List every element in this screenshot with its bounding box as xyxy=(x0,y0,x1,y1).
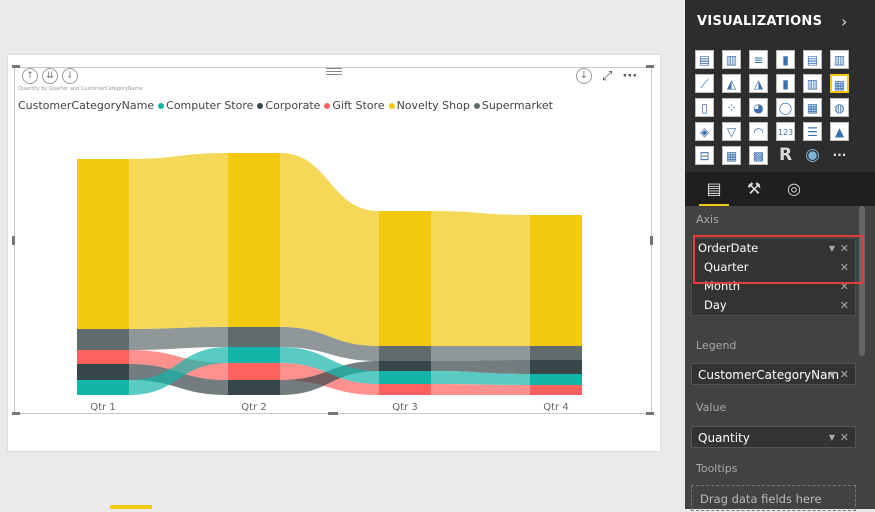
ribbon-novelty-shop-3[interactable] xyxy=(431,211,530,346)
x-tick-label: Qtr 3 xyxy=(392,402,417,413)
remove-field-icon[interactable]: ✕ xyxy=(840,296,849,315)
scatter-chart-icon[interactable]: ⁘ xyxy=(722,98,741,117)
r-script-visual-icon[interactable]: R xyxy=(776,146,795,165)
more-visuals-icon[interactable]: ··· xyxy=(830,146,849,165)
stacked-bar-chart-icon[interactable]: ▤ xyxy=(695,50,714,69)
multi-row-card-icon[interactable]: ☰ xyxy=(803,122,822,141)
matrix-icon[interactable]: ▩ xyxy=(749,146,768,165)
tooltips-drop-zone[interactable]: Drag data fields here xyxy=(691,485,856,511)
bar-segment-corporate-qtr-3[interactable] xyxy=(379,361,431,371)
legend-field-well[interactable]: CustomerCategoryNam ▼ ✕ xyxy=(691,363,856,385)
bar-segment-gift-store-qtr-4[interactable] xyxy=(530,385,582,395)
field-name: Quantity xyxy=(698,431,750,445)
kpi-icon[interactable]: ▲ xyxy=(830,122,849,141)
remove-field-icon[interactable]: ✕ xyxy=(840,427,849,449)
clustered-bar-chart-icon[interactable]: ≡ xyxy=(749,50,768,69)
bar-segment-novelty-shop-qtr-2[interactable] xyxy=(228,153,280,327)
donut-chart-icon[interactable]: ◯ xyxy=(776,98,795,117)
bar-segment-computer-store-qtr-2[interactable] xyxy=(228,347,280,363)
table-icon[interactable]: ▦ xyxy=(722,146,741,165)
card-icon[interactable]: 123 xyxy=(776,122,795,141)
value-field-well[interactable]: Quantity ▼ ✕ xyxy=(691,426,856,448)
100-stacked-column-chart-icon[interactable]: ▥ xyxy=(830,50,849,69)
pie-chart-icon[interactable]: ◕ xyxy=(749,98,768,117)
filled-map-icon[interactable]: ◈ xyxy=(695,122,714,141)
axis-field-day[interactable]: Day ✕ xyxy=(692,296,855,315)
bar-segment-supermarket-qtr-4[interactable] xyxy=(530,346,582,360)
visual-type-gallery: ▤ ▥ ≡ ▮ ▤ ▥ ⟋ ◭ ◮ ▮ ▥ ▦ ▯ ⁘ ◕ ◯ ▦ ◍ ◈ ▽ … xyxy=(695,50,851,167)
pane-title: VISUALIZATIONS xyxy=(697,14,823,29)
x-tick-label: Qtr 1 xyxy=(90,402,115,413)
100-stacked-bar-chart-icon[interactable]: ▤ xyxy=(803,50,822,69)
bar-segment-computer-store-qtr-1[interactable] xyxy=(77,380,129,395)
bar-segment-supermarket-qtr-1[interactable] xyxy=(77,329,129,350)
ribbon-gift-store-3[interactable] xyxy=(431,384,530,395)
area-chart-icon[interactable]: ◭ xyxy=(722,74,741,93)
map-icon[interactable]: ◍ xyxy=(830,98,849,117)
axis-section-label: Axis xyxy=(696,213,719,226)
bar-segment-supermarket-qtr-3[interactable] xyxy=(379,346,431,361)
dropdown-icon[interactable]: ▼ xyxy=(829,364,835,386)
pane-sub-tabs: ▤ ⚒ ◎ xyxy=(685,172,875,206)
dropdown-icon[interactable]: ▼ xyxy=(829,427,835,449)
page-tab-indicator[interactable] xyxy=(110,505,152,509)
format-paint-roller-icon[interactable]: ⚒ xyxy=(743,178,765,200)
globe-icon[interactable]: ◉ xyxy=(803,146,822,165)
axis-highlight-box xyxy=(693,235,864,284)
ribbon-supermarket-3[interactable] xyxy=(431,346,530,361)
value-section-label: Value xyxy=(696,401,727,414)
ribbon-chart-icon[interactable]: ▦ xyxy=(830,74,849,93)
collapse-pane-icon[interactable]: › xyxy=(841,12,847,31)
treemap-icon[interactable]: ▦ xyxy=(803,98,822,117)
remove-field-icon[interactable]: ✕ xyxy=(840,364,849,386)
bar-segment-corporate-qtr-1[interactable] xyxy=(77,364,129,380)
x-tick-label: Qtr 4 xyxy=(543,402,568,413)
field-name: Day xyxy=(704,298,727,312)
ribbon-novelty-shop-2[interactable] xyxy=(280,153,379,346)
bar-segment-novelty-shop-qtr-1[interactable] xyxy=(77,159,129,329)
stacked-area-chart-icon[interactable]: ◮ xyxy=(749,74,768,93)
ribbon-novelty-shop-1[interactable] xyxy=(129,153,228,329)
fields-tab-icon[interactable]: ▤ xyxy=(699,178,729,206)
bar-segment-gift-store-qtr-2[interactable] xyxy=(228,363,280,380)
line-and-clustered-column-chart-icon[interactable]: ▥ xyxy=(803,74,822,93)
stacked-column-chart-icon[interactable]: ▥ xyxy=(722,50,741,69)
funnel-icon[interactable]: ▽ xyxy=(722,122,741,141)
bar-segment-supermarket-qtr-2[interactable] xyxy=(228,327,280,347)
analytics-magnifier-icon[interactable]: ◎ xyxy=(783,178,805,200)
bar-segment-gift-store-qtr-3[interactable] xyxy=(379,384,431,395)
slicer-icon[interactable]: ⊟ xyxy=(695,146,714,165)
bar-segment-novelty-shop-qtr-4[interactable] xyxy=(530,215,582,346)
ribbon-chart: Qtr 1 Qtr 2 Qtr 3 Qtr 4 xyxy=(77,153,582,413)
bar-segment-computer-store-qtr-3[interactable] xyxy=(379,371,431,384)
clustered-column-chart-icon[interactable]: ▮ xyxy=(776,50,795,69)
bar-segment-novelty-shop-qtr-3[interactable] xyxy=(379,211,431,346)
legend-section-label: Legend xyxy=(696,339,737,352)
ribbon-supermarket-1[interactable] xyxy=(129,327,228,350)
bar-segment-gift-store-qtr-1[interactable] xyxy=(77,350,129,364)
bar-segment-computer-store-qtr-4[interactable] xyxy=(530,374,582,385)
bar-segment-corporate-qtr-2[interactable] xyxy=(228,380,280,395)
field-name: CustomerCategoryNam xyxy=(698,368,840,382)
x-tick-label: Qtr 2 xyxy=(241,402,266,413)
tooltips-section-label: Tooltips xyxy=(696,462,738,475)
line-chart-icon[interactable]: ⟋ xyxy=(695,74,714,93)
waterfall-chart-icon[interactable]: ▯ xyxy=(695,98,714,117)
bar-segment-corporate-qtr-4[interactable] xyxy=(530,360,582,374)
line-and-column-chart-icon[interactable]: ▮ xyxy=(776,74,795,93)
gauge-icon[interactable]: ◠ xyxy=(749,122,768,141)
